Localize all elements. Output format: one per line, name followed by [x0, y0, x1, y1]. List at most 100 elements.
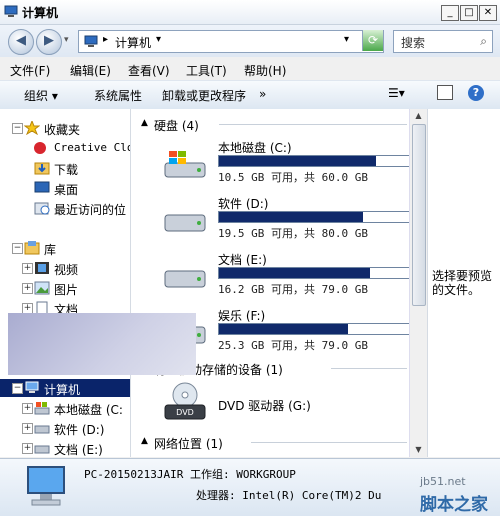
drive-item-e[interactable]: 文档 (E:) 16.2 GB 可用，共 79.0 GB — [131, 251, 409, 307]
expand-icon[interactable]: + — [22, 283, 33, 294]
processor-info: 处理器: Intel(R) Core(TM)2 Du — [196, 489, 382, 502]
forward-button[interactable]: ▶ — [36, 29, 62, 55]
expand-icon[interactable]: + — [22, 403, 33, 414]
system-drive-icon — [34, 402, 50, 415]
drive-space-info: 10.5 GB 可用，共 60.0 GB — [218, 171, 368, 184]
group-header-network[interactable]: ▲ 网络位置 (1) — [131, 431, 409, 451]
collapse-icon[interactable]: − — [12, 123, 23, 134]
view-options-icon[interactable]: ☰▾ — [388, 86, 405, 100]
address-bar[interactable]: ▸ 计算机 ▾ ▾ — [78, 30, 384, 53]
scroll-down-icon[interactable]: ▼ — [410, 443, 427, 457]
nav-item-desktop[interactable]: 桌面 — [0, 179, 130, 197]
nav-computer[interactable]: − 计算机 — [0, 379, 130, 397]
scroll-up-icon[interactable]: ▲ — [410, 109, 427, 123]
search-input[interactable]: 搜索 ⌕ — [393, 30, 493, 53]
scroll-thumb[interactable] — [412, 124, 426, 306]
nav-item-creative-cloud[interactable]: Creative Clo — [0, 139, 130, 157]
downloads-folder-icon — [34, 162, 50, 175]
menu-file[interactable]: 文件(F) — [10, 62, 50, 79]
menu-edit[interactable]: 编辑(E) — [70, 62, 111, 79]
nav-item-drive-e[interactable]: + 文档 (E:) — [0, 439, 130, 457]
menu-help[interactable]: 帮助(H) — [244, 62, 286, 79]
group-divider — [331, 368, 407, 369]
drive-usage-bar — [218, 155, 409, 167]
breadcrumb-separator[interactable]: ▸ — [103, 34, 108, 45]
search-icon[interactable]: ⌕ — [480, 34, 487, 49]
nav-label: 图片 — [54, 283, 79, 297]
nav-item-recent-places[interactable]: 最近访问的位 — [0, 199, 130, 217]
preview-pane-icon[interactable] — [437, 85, 453, 100]
maximize-button[interactable]: □ — [460, 5, 478, 21]
group-divider — [219, 124, 407, 125]
content-scrollbar[interactable]: ▲ ▼ — [409, 109, 427, 457]
video-icon — [35, 262, 49, 274]
drive-item-d[interactable]: 软件 (D:) 19.5 GB 可用，共 80.0 GB — [131, 195, 409, 251]
close-button[interactable]: ✕ — [479, 5, 497, 21]
drive-name: DVD 驱动器 (G:) — [218, 399, 311, 413]
computer-name: PC-20150213JAIR — [84, 468, 184, 481]
search-placeholder: 搜索 — [401, 36, 426, 50]
watermark-url: jb51.net — [420, 475, 466, 488]
drive-item-dvd[interactable]: DVD DVD 驱动器 (G:) — [131, 381, 409, 437]
breadcrumb-dropdown-icon[interactable]: ▾ — [156, 34, 161, 45]
menu-tools[interactable]: 工具(T) — [186, 62, 227, 79]
computer-icon — [4, 5, 18, 17]
back-arrow-icon: ◀ — [16, 33, 26, 48]
nav-library[interactable]: − 库 — [0, 239, 130, 257]
nav-item-pictures[interactable]: + 图片 — [0, 279, 130, 297]
preview-message: 选择要预览的文件。 — [432, 269, 493, 297]
history-dropdown-icon[interactable]: ▾ — [64, 35, 69, 45]
collapse-icon[interactable]: − — [12, 243, 23, 254]
refresh-icon: ⟳ — [367, 33, 379, 47]
help-icon[interactable]: ? — [468, 85, 484, 101]
drive-usage-bar — [218, 211, 409, 223]
drive-space-info: 19.5 GB 可用，共 80.0 GB — [218, 227, 368, 240]
collapse-group-icon[interactable]: ▲ — [141, 436, 148, 446]
drive-name: 娱乐 (F:) — [218, 309, 266, 323]
hard-drive-icon — [164, 270, 206, 288]
group-title: 硬盘 (4) — [154, 119, 199, 133]
minimize-button[interactable]: _ — [441, 5, 459, 21]
computer-icon — [84, 35, 98, 47]
group-divider — [251, 442, 407, 443]
pictures-icon — [34, 281, 50, 295]
uninstall-program-button[interactable]: 卸载或更改程序 — [162, 87, 246, 104]
nav-label: 软件 (D:) — [54, 423, 105, 437]
expand-icon[interactable]: + — [22, 263, 33, 274]
organize-button[interactable]: 组织 ▾ — [24, 87, 58, 104]
dvd-drive-icon: DVD — [164, 382, 206, 420]
nav-item-drive-d[interactable]: + 软件 (D:) — [0, 419, 130, 437]
drive-usage-fill — [219, 212, 363, 222]
system-properties-button[interactable]: 系统属性 — [94, 87, 142, 104]
organize-label: 组织 — [24, 89, 49, 103]
nav-item-downloads[interactable]: 下载 — [0, 159, 130, 177]
more-commands-button[interactable]: » — [259, 87, 266, 101]
command-bar: 组织 ▾ 系统属性 卸载或更改程序 » ☰▾ ? — [0, 80, 500, 110]
address-row: ◀ ▶ ▾ ▸ 计算机 ▾ ▾ ⟳ 搜索 ⌕ — [0, 25, 500, 57]
star-icon — [24, 121, 40, 135]
refresh-button[interactable]: ⟳ — [362, 30, 383, 51]
back-button[interactable]: ◀ — [8, 29, 34, 55]
expand-icon[interactable]: + — [22, 423, 33, 434]
nav-favorites[interactable]: − 收藏夹 — [0, 119, 130, 137]
collapse-icon[interactable]: − — [12, 383, 23, 394]
group-header-hdd[interactable]: ▲ 硬盘 (4) — [131, 113, 409, 133]
title-bar[interactable]: 计算机 _ □ ✕ — [0, 0, 500, 25]
recent-places-icon — [34, 202, 50, 215]
collapse-group-icon[interactable]: ▲ — [141, 118, 148, 128]
nav-item-drive-c[interactable]: + 本地磁盘 (C: — [0, 399, 130, 417]
preview-pane: 选择要预览的文件。 — [427, 109, 500, 457]
watermark-brand: 脚本之家 — [420, 495, 488, 515]
group-title: 网络位置 (1) — [154, 437, 223, 451]
window-title: 计算机 — [22, 6, 59, 20]
drive-usage-bar — [218, 323, 409, 335]
redacted-region — [8, 313, 196, 375]
address-dropdown-icon[interactable]: ▾ — [344, 34, 349, 45]
breadcrumb-computer[interactable]: 计算机 — [115, 34, 151, 51]
nav-label: 计算机 — [44, 383, 81, 397]
library-folder-icon — [24, 241, 40, 255]
menu-view[interactable]: 查看(V) — [128, 62, 170, 79]
drive-item-c[interactable]: 本地磁盘 (C:) 10.5 GB 可用，共 60.0 GB — [131, 139, 409, 195]
expand-icon[interactable]: + — [22, 443, 33, 454]
nav-item-videos[interactable]: + 视频 — [0, 259, 130, 277]
